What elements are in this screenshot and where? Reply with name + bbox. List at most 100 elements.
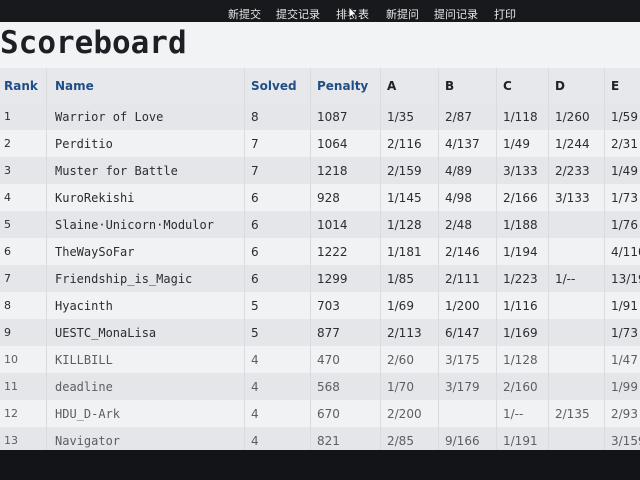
solved-count: 4: [244, 373, 310, 400]
problem-c-result: 1/118: [496, 103, 548, 130]
problem-a-result: 1/128: [380, 211, 438, 238]
nav-new-question[interactable]: 新提问: [386, 6, 419, 22]
problem-b-result: 2/146: [438, 238, 496, 265]
problem-d-result: [548, 427, 604, 450]
problem-a-result: 2/113: [380, 319, 438, 346]
problem-a-result: 1/145: [380, 184, 438, 211]
row-rank: 9: [4, 326, 11, 339]
solved-count: 4: [244, 400, 310, 427]
problem-e-result: 1/73: [604, 319, 640, 346]
problem-e-result: 1/73: [604, 184, 640, 211]
team-name: KILLBILL: [46, 346, 244, 373]
problem-b-result: 2/111: [438, 265, 496, 292]
problem-e-result: 13/193: [604, 265, 640, 292]
header-rank[interactable]: Rank: [0, 68, 46, 103]
table-row: 13 Navigator48212/859/1661/191 3/159: [0, 427, 640, 450]
problem-a-result: 1/85: [380, 265, 438, 292]
problem-e-result: 1/59: [604, 103, 640, 130]
penalty-time: 1218: [310, 157, 380, 184]
header-problem-a[interactable]: A: [380, 68, 438, 103]
problem-b-result: 2/48: [438, 211, 496, 238]
row-rank: 12: [4, 407, 18, 420]
header-problem-d[interactable]: D: [548, 68, 604, 103]
solved-count: 4: [244, 346, 310, 373]
team-name: Slaine·Unicorn·Modulor: [46, 211, 244, 238]
row-rank: 1: [4, 110, 11, 123]
problem-c-result: 1/191: [496, 427, 548, 450]
problem-a-result: 1/69: [380, 292, 438, 319]
team-name: TheWaySoFar: [46, 238, 244, 265]
problem-a-result: 2/116: [380, 130, 438, 157]
row-rank: 5: [4, 218, 11, 231]
problem-e-result: 1/76: [604, 211, 640, 238]
problem-e-result: 1/99: [604, 373, 640, 400]
problem-c-result: 3/133: [496, 157, 548, 184]
problem-d-result: [548, 373, 604, 400]
problem-c-result: 1/169: [496, 319, 548, 346]
problem-c-result: 1/128: [496, 346, 548, 373]
problem-b-result: 2/87: [438, 103, 496, 130]
scoreboard-page: Scoreboard Rank Name Solved Penalty A B …: [0, 22, 640, 450]
table-row: 8 Hyacinth 5 703 1/69 1/200 1/116 1/91: [0, 292, 640, 320]
table-row: 3 Muster for Battle 7 1218 2/159 4/89 3/133 2/2…: [0, 157, 640, 185]
header-penalty[interactable]: Penalty: [310, 68, 380, 103]
problem-d-result: [548, 319, 604, 346]
problem-c-result: 1/188: [496, 211, 548, 238]
penalty-time: 1087: [310, 103, 380, 130]
problem-d-result: 2/233: [548, 157, 604, 184]
team-name: HDU_D-Ark: [46, 400, 244, 427]
problem-a-result: 2/159: [380, 157, 438, 184]
problem-c-result: 1/194: [496, 238, 548, 265]
nav-question-records[interactable]: 提问记录: [434, 6, 478, 22]
penalty-time: 703: [310, 292, 380, 319]
nav-print[interactable]: 打印: [494, 6, 516, 22]
header-solved[interactable]: Solved: [244, 68, 310, 103]
nav-new-submission[interactable]: 新提交: [228, 6, 261, 22]
penalty-time: 670: [310, 400, 380, 427]
penalty-time: 821: [310, 427, 380, 450]
problem-d-result: 2/135: [548, 400, 604, 427]
problem-e-result: 1/49: [604, 157, 640, 184]
problem-e-result: 1/47: [604, 346, 640, 373]
solved-count: 7: [244, 130, 310, 157]
nav-submission-records[interactable]: 提交记录: [276, 6, 320, 22]
header-problem-e[interactable]: E: [604, 68, 640, 103]
solved-count: 6: [244, 238, 310, 265]
solved-count: 8: [244, 103, 310, 130]
header-name[interactable]: Name: [46, 68, 244, 103]
problem-b-result: 3/175: [438, 346, 496, 373]
table-row: 7 Friendship_is_Magic 6 1299 1/85 2/111 1/223 1…: [0, 265, 640, 293]
problem-e-result: 2/31: [604, 130, 640, 157]
solved-count: 5: [244, 319, 310, 346]
problem-c-result: 1/116: [496, 292, 548, 319]
problem-b-result: 1/200: [438, 292, 496, 319]
penalty-time: 1064: [310, 130, 380, 157]
problem-d-result: [548, 238, 604, 265]
problem-a-result: 1/70: [380, 373, 438, 400]
table-header-row: Rank Name Solved Penalty A B C D E: [0, 68, 640, 104]
problem-c-result: 2/160: [496, 373, 548, 400]
penalty-time: 877: [310, 319, 380, 346]
row-rank: 4: [4, 191, 11, 204]
problem-e-result: 1/91: [604, 292, 640, 319]
problem-c-result: 1/49: [496, 130, 548, 157]
penalty-time: 1299: [310, 265, 380, 292]
header-problem-c[interactable]: C: [496, 68, 548, 103]
problem-d-result: 1/--: [548, 265, 604, 292]
problem-b-result: [438, 400, 496, 427]
solved-count: 7: [244, 157, 310, 184]
table-row: 6TheWaySoFar612221/1812/1461/1944/110: [0, 238, 640, 266]
row-rank: 6: [4, 245, 11, 258]
problem-e-result: 4/110: [604, 238, 640, 265]
row-rank: 7: [4, 272, 11, 285]
row-rank: 8: [4, 299, 11, 312]
problem-c-result: 1/223: [496, 265, 548, 292]
solved-count: 5: [244, 292, 310, 319]
header-problem-b[interactable]: B: [438, 68, 496, 103]
team-name: Warrior of Love: [46, 103, 244, 130]
problem-b-result: 4/98: [438, 184, 496, 211]
team-name: Muster for Battle: [46, 157, 244, 184]
problem-b-result: 3/179: [438, 373, 496, 400]
row-rank: 11: [4, 380, 18, 393]
problem-b-result: 4/89: [438, 157, 496, 184]
